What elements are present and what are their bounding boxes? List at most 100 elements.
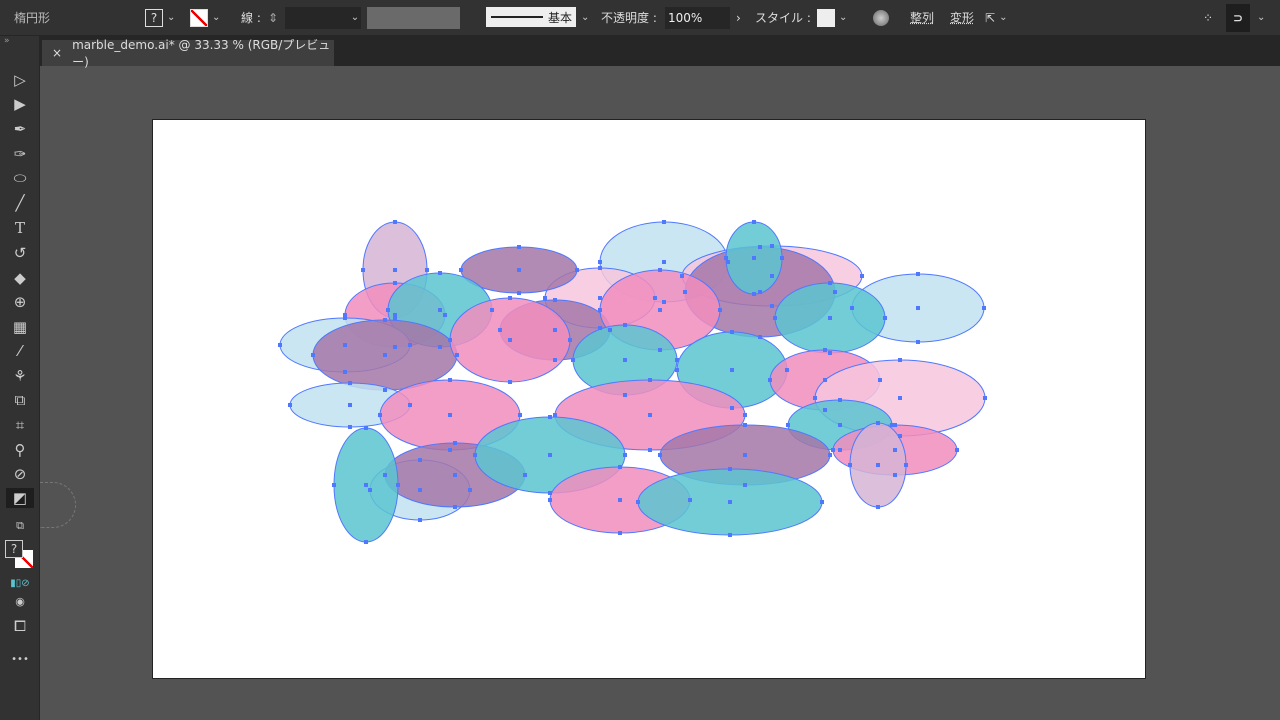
anchor-point[interactable] [508,380,512,384]
anchor-point[interactable] [408,403,412,407]
anchor-point[interactable] [831,448,835,452]
anchor-point[interactable] [383,318,387,322]
anchor-point[interactable] [893,423,897,427]
fill-color-swatch[interactable]: ? [5,540,23,558]
anchor-point[interactable] [823,408,827,412]
anchor-point[interactable] [618,531,622,535]
anchor-point[interactable] [726,260,730,264]
anchor-point[interactable] [828,281,832,285]
anchor-point[interactable] [658,308,662,312]
anchor-point[interactable] [378,413,382,417]
anchor-point[interactable] [490,308,494,312]
anchor-point[interactable] [453,505,457,509]
anchor-point[interactable] [448,338,452,342]
anchor-point[interactable] [838,448,842,452]
anchor-point[interactable] [553,358,557,362]
anchor-point[interactable] [517,245,521,249]
anchor-point[interactable] [396,483,400,487]
anchor-point[interactable] [618,498,622,502]
anchor-point[interactable] [517,291,521,295]
anchor-point[interactable] [453,473,457,477]
anchor-point[interactable] [916,272,920,276]
anchor-point[interactable] [473,453,477,457]
anchor-point[interactable] [680,274,684,278]
anchor-point[interactable] [553,328,557,332]
anchor-point[interactable] [658,453,662,457]
anchor-point[interactable] [728,533,732,537]
anchor-point[interactable] [543,296,547,300]
anchor-point[interactable] [785,368,789,372]
anchor-point[interactable] [393,313,397,317]
anchor-point[interactable] [823,378,827,382]
anchor-point[interactable] [508,338,512,342]
anchor-point[interactable] [548,498,552,502]
anchor-point[interactable] [418,488,422,492]
anchor-point[interactable] [982,306,986,310]
anchor-point[interactable] [332,483,336,487]
anchor-point[interactable] [438,308,442,312]
anchor-point[interactable] [662,220,666,224]
anchor-point[interactable] [348,403,352,407]
anchor-point[interactable] [448,378,452,382]
anchor-point[interactable] [916,306,920,310]
anchor-point[interactable] [623,323,627,327]
anchor-point[interactable] [311,353,315,357]
anchor-point[interactable] [688,498,692,502]
anchor-point[interactable] [648,378,652,382]
anchor-point[interactable] [598,266,602,270]
anchor-point[interactable] [575,268,579,272]
anchor-point[interactable] [770,274,774,278]
anchor-point[interactable] [658,268,662,272]
anchor-point[interactable] [393,268,397,272]
anchor-point[interactable] [598,308,602,312]
anchor-point[interactable] [453,441,457,445]
anchor-point[interactable] [876,463,880,467]
anchor-point[interactable] [743,483,747,487]
anchor-point[interactable] [916,340,920,344]
anchor-point[interactable] [343,370,347,374]
anchor-point[interactable] [878,378,882,382]
anchor-point[interactable] [752,292,756,296]
anchor-point[interactable] [758,290,762,294]
anchor-point[interactable] [288,403,292,407]
anchor-point[interactable] [662,300,666,304]
anchor-point[interactable] [468,488,472,492]
anchor-point[interactable] [743,413,747,417]
anchor-point[interactable] [548,415,552,419]
anchor-point[interactable] [438,345,442,349]
anchor-point[interactable] [743,453,747,457]
anchor-point[interactable] [730,368,734,372]
anchor-point[interactable] [608,328,612,332]
anchor-point[interactable] [770,244,774,248]
anchor-point[interactable] [683,290,687,294]
anchor-point[interactable] [823,348,827,352]
anchor-point[interactable] [728,467,732,471]
anchor-point[interactable] [904,463,908,467]
anchor-point[interactable] [438,271,442,275]
anchor-point[interactable] [553,413,557,417]
anchor-point[interactable] [348,381,352,385]
anchor-point[interactable] [448,413,452,417]
anchor-point[interactable] [383,388,387,392]
anchor-point[interactable] [780,256,784,260]
anchor-point[interactable] [386,308,390,312]
anchor-point[interactable] [898,434,902,438]
anchor-point[interactable] [813,396,817,400]
anchor-point[interactable] [718,308,722,312]
anchor-point[interactable] [518,413,522,417]
anchor-point[interactable] [758,335,762,339]
anchor-point[interactable] [786,423,790,427]
anchor-point[interactable] [623,453,627,457]
anchor-point[interactable] [636,500,640,504]
anchor-point[interactable] [418,518,422,522]
anchor-point[interactable] [675,368,679,372]
anchor-point[interactable] [459,268,463,272]
anchor-point[interactable] [658,348,662,352]
anchor-point[interactable] [898,396,902,400]
anchor-point[interactable] [598,260,602,264]
anchor-point[interactable] [443,313,447,317]
anchor-point[interactable] [548,491,552,495]
anchor-point[interactable] [893,448,897,452]
anchor-point[interactable] [448,448,452,452]
anchor-point[interactable] [773,316,777,320]
